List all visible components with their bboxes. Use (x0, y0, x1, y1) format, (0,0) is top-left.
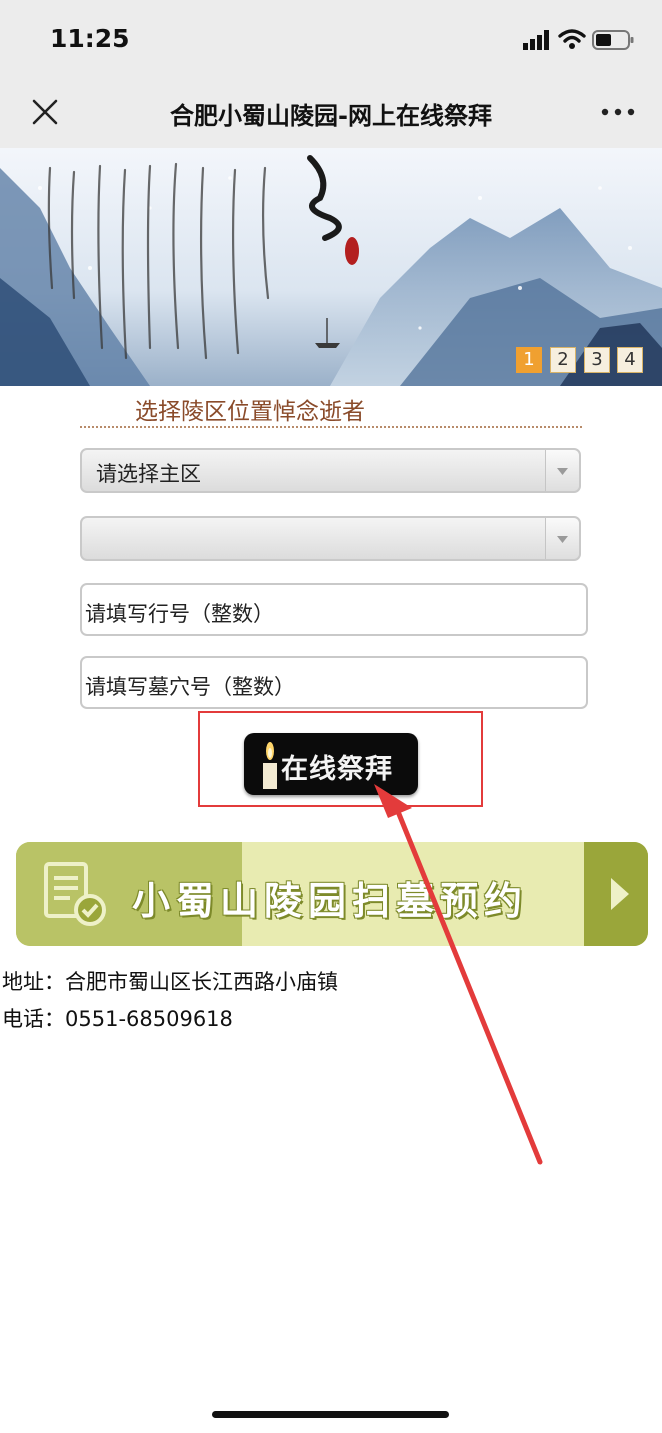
section-title: 选择陵区位置悼念逝者 (135, 399, 365, 425)
status-time: 11:25 (50, 24, 130, 53)
dropdown-arrow-icon[interactable] (545, 518, 579, 559)
main-area-select-value: 请选择主区 (96, 462, 201, 486)
banner-page-4[interactable]: 4 (617, 347, 643, 373)
banner-page-2[interactable]: 2 (550, 347, 576, 373)
address-text: 地址：合肥市蜀山区长江西路小庙镇 (2, 970, 338, 994)
banner-page-3[interactable]: 3 (584, 347, 610, 373)
home-indicator[interactable] (212, 1411, 449, 1418)
grave-sweeping-reservation-banner[interactable]: 小蜀山陵园扫墓预约 (16, 842, 648, 946)
document-check-icon (44, 862, 106, 926)
grave-number-input[interactable]: 请填写墓穴号（整数） (80, 656, 588, 709)
cellular-signal-icon (523, 30, 549, 50)
banner-page-1[interactable]: 1 (516, 347, 542, 373)
grave-number-placeholder: 请填写墓穴号（整数） (85, 675, 295, 699)
close-icon[interactable] (28, 95, 62, 129)
main-area-select[interactable]: 请选择主区 (80, 448, 581, 493)
section-divider (80, 426, 582, 428)
chevron-right-icon (611, 878, 629, 910)
battery-icon (592, 30, 634, 50)
row-number-input[interactable]: 请填写行号（整数） (80, 583, 588, 636)
sub-area-select[interactable] (80, 516, 581, 561)
online-worship-button[interactable]: 在线祭拜 (244, 733, 418, 795)
page-title: 合肥小蜀山陵园-网上在线祭拜 (170, 102, 492, 130)
row-number-placeholder: 请填写行号（整数） (85, 602, 274, 626)
more-options-icon[interactable] (598, 100, 638, 124)
candle-icon (263, 742, 277, 789)
phone-text[interactable]: 电话：0551-68509618 (2, 1003, 233, 1033)
wifi-icon (558, 29, 586, 49)
dropdown-arrow-icon[interactable] (545, 450, 579, 491)
online-worship-label: 在线祭拜 (281, 754, 393, 785)
reservation-banner-label: 小蜀山陵园扫墓预约 (132, 878, 529, 923)
